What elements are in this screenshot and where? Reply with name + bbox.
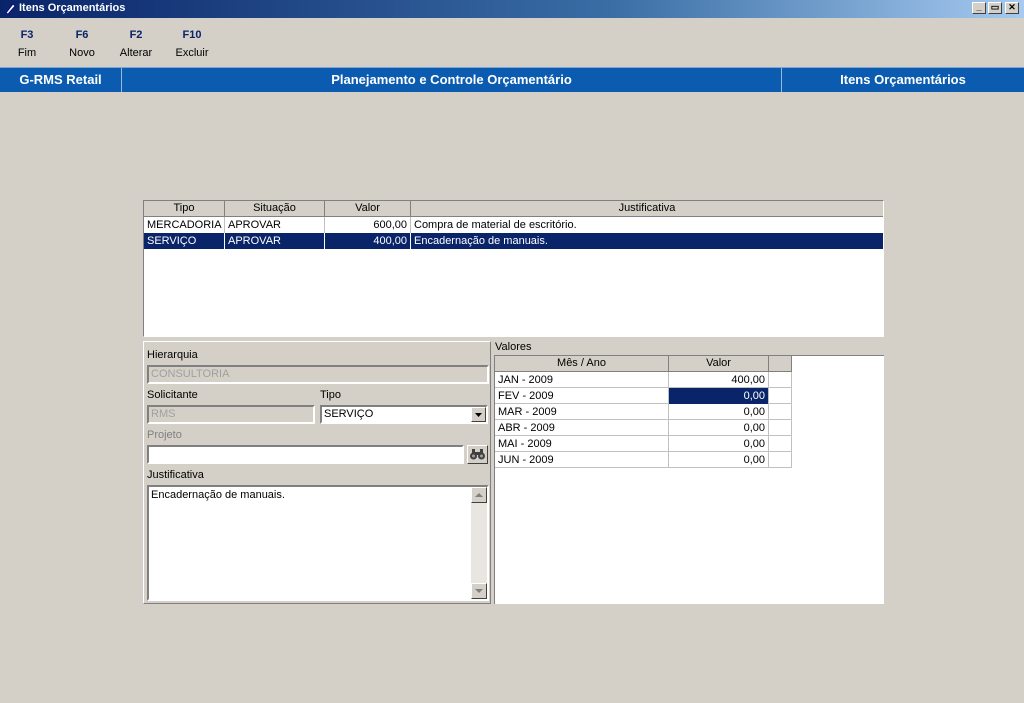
header-bar: G-RMS Retail Planejamento e Controle Orç… <box>0 67 1024 92</box>
module-name: Planejamento e Controle Orçamentário <box>122 68 782 92</box>
cell-blank <box>769 436 792 452</box>
cell-valor-selected[interactable]: 0,00 <box>669 388 769 404</box>
justificativa-textarea[interactable]: Encadernação de manuais. <box>147 485 489 601</box>
fkey-label: F6 <box>75 29 89 41</box>
fkey-label: F3 <box>20 29 34 41</box>
search-projeto-button[interactable] <box>467 445 488 464</box>
cell-situacao: APROVAR <box>225 217 325 233</box>
cell-valor: 400,00 <box>325 233 411 249</box>
cell-tipo: MERCADORIA <box>144 217 225 233</box>
column-header-mes-ano[interactable]: Mês / Ano <box>495 356 669 372</box>
cell-mes-ano: JAN - 2009 <box>495 372 669 388</box>
fkey-caption: Alterar <box>119 47 153 59</box>
cell-blank <box>769 404 792 420</box>
cell-valor[interactable]: 0,00 <box>669 420 769 436</box>
cell-valor[interactable]: 0,00 <box>669 404 769 420</box>
solicitante-label: Solicitante <box>147 389 198 401</box>
table-row[interactable]: MERCADORIA APROVAR 600,00 Compra de mate… <box>144 217 883 233</box>
column-header-situacao[interactable]: Situação <box>225 201 325 217</box>
cell-blank <box>769 420 792 436</box>
minimize-button[interactable]: _ <box>972 2 986 14</box>
arrow-up-icon <box>475 493 483 497</box>
cell-valor[interactable]: 0,00 <box>669 436 769 452</box>
list-item[interactable]: MAI - 2009 0,00 <box>495 436 792 452</box>
scroll-down-button[interactable] <box>471 583 487 599</box>
restore-button[interactable]: ▭ <box>988 2 1002 14</box>
column-header-justificativa[interactable]: Justificativa <box>411 201 883 217</box>
list-item[interactable]: MAR - 2009 0,00 <box>495 404 792 420</box>
justificativa-text: Encadernação de manuais. <box>151 489 285 501</box>
justificativa-label: Justificativa <box>147 469 204 481</box>
dropdown-button[interactable] <box>471 407 486 422</box>
binoculars-icon <box>470 449 485 460</box>
form-panel: Hierarquia CONSULTORIA Solicitante RMS T… <box>143 341 491 604</box>
fkey-caption: Fim <box>17 47 37 59</box>
projeto-field[interactable] <box>147 445 464 464</box>
valores-label: Valores <box>495 341 532 353</box>
cell-blank <box>769 372 792 388</box>
fkey-label: F10 <box>182 29 202 41</box>
items-grid[interactable]: Tipo Situação Valor Justificativa MERCAD… <box>143 200 884 337</box>
column-header-tipo[interactable]: Tipo <box>144 201 225 217</box>
vertical-scrollbar[interactable] <box>471 487 487 599</box>
title-bar: Itens Orçamentários _ ▭ ✕ <box>0 0 1024 18</box>
alterar-button[interactable]: F2 Alterar <box>114 29 158 59</box>
fkey-caption: Excluir <box>175 47 209 59</box>
cell-blank <box>769 388 792 404</box>
tipo-selected-value: SERVIÇO <box>324 408 374 420</box>
column-header-valor[interactable]: Valor <box>669 356 769 372</box>
cell-situacao: APROVAR <box>225 233 325 249</box>
app-icon <box>5 3 16 15</box>
chevron-down-icon <box>475 413 482 417</box>
column-header-valor[interactable]: Valor <box>325 201 411 217</box>
arrow-down-icon <box>475 589 483 593</box>
solicitante-field: RMS <box>147 405 315 424</box>
cell-valor[interactable]: 0,00 <box>669 452 769 468</box>
window-title: Itens Orçamentários <box>19 2 126 14</box>
cell-mes-ano: FEV - 2009 <box>495 388 669 404</box>
cell-blank <box>769 452 792 468</box>
scroll-up-button[interactable] <box>471 487 487 503</box>
cell-mes-ano: ABR - 2009 <box>495 420 669 436</box>
list-item[interactable]: JUN - 2009 0,00 <box>495 452 792 468</box>
cell-mes-ano: JUN - 2009 <box>495 452 669 468</box>
cell-valor[interactable]: 400,00 <box>669 372 769 388</box>
cell-tipo: SERVIÇO <box>144 233 225 249</box>
hierarquia-field: CONSULTORIA <box>147 365 489 384</box>
cell-mes-ano: MAI - 2009 <box>495 436 669 452</box>
novo-button[interactable]: F6 Novo <box>60 29 104 59</box>
hierarquia-label: Hierarquia <box>147 349 198 361</box>
cell-valor: 600,00 <box>325 217 411 233</box>
column-header-blank <box>769 356 792 372</box>
screen-name: Itens Orçamentários <box>840 72 966 87</box>
fkey-label: F2 <box>129 29 143 41</box>
excluir-button[interactable]: F10 Excluir <box>170 29 214 59</box>
fim-button[interactable]: F3 Fim <box>5 29 49 59</box>
cell-mes-ano: MAR - 2009 <box>495 404 669 420</box>
tipo-label: Tipo <box>320 389 341 401</box>
fkey-caption: Novo <box>69 47 95 59</box>
close-button[interactable]: ✕ <box>1005 2 1019 14</box>
tipo-select[interactable]: SERVIÇO <box>320 405 488 424</box>
cell-justificativa: Compra de material de escritório. <box>414 219 577 231</box>
list-item[interactable]: FEV - 2009 0,00 <box>495 388 792 404</box>
cell-justificativa: Encadernação de manuais. <box>414 235 548 247</box>
projeto-label: Projeto <box>147 429 182 441</box>
table-row-selected[interactable]: SERVIÇO APROVAR 400,00 Encadernação de m… <box>144 233 883 249</box>
app-name: G-RMS Retail <box>0 68 122 92</box>
list-item[interactable]: JAN - 2009 400,00 <box>495 372 792 388</box>
valores-grid[interactable]: Mês / Ano Valor JAN - 2009 400,00 FEV - 20… <box>494 355 884 604</box>
list-item[interactable]: ABR - 2009 0,00 <box>495 420 792 436</box>
